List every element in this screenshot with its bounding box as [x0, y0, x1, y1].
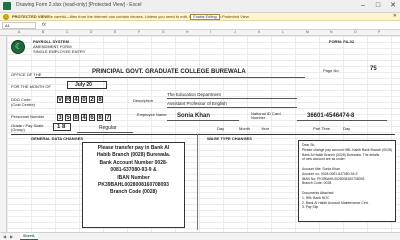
letter-line: 3. Pay Slip	[302, 205, 319, 210]
description-label: Description	[133, 98, 154, 103]
protected-view-bar: ! PROTECTED VIEW Be careful—files from t…	[0, 13, 400, 21]
window-titlebar: Drawing Form 2.xlsx (read-only) [Protect…	[0, 0, 400, 13]
column-header[interactable]: O	[354, 30, 357, 34]
row-headers	[0, 36, 7, 232]
employee-name: Sonia Khan	[177, 113, 211, 119]
personnel-label: Personnel Number	[11, 114, 45, 119]
year-col-label: Year	[261, 126, 270, 131]
column-header[interactable]: I	[210, 30, 211, 34]
personnel-digit: 7	[105, 114, 111, 121]
remittance-line: Bank Account Number 0028-	[99, 159, 168, 166]
grade-type-line	[77, 132, 133, 133]
column-header[interactable]: E	[114, 30, 116, 34]
close-warning-icon[interactable]: ✕	[393, 13, 397, 19]
grade-box	[53, 123, 71, 131]
enable-editing-button[interactable]: Enable Editing	[190, 14, 220, 20]
maximize-button[interactable]: □	[371, 0, 385, 12]
personnel-digit: 3	[57, 114, 63, 121]
letter-line: Please change pay account HBL Habib Bank…	[302, 147, 392, 152]
page-value: 75	[370, 66, 377, 72]
personnel-digit: 8	[73, 114, 79, 121]
protected-view-label: PROTECTED VIEW	[12, 14, 49, 19]
remittance-box: Please transfer pay in Bank Al Habib Bran…	[82, 142, 185, 228]
office-underline	[35, 77, 305, 78]
column-header[interactable]: H	[186, 30, 188, 34]
form-id: FORM: FA-02	[329, 39, 355, 44]
column-header[interactable]: J	[234, 30, 236, 34]
fx-icon[interactable]: fx	[42, 22, 46, 28]
month-col-label: Month	[239, 126, 251, 131]
column-header[interactable]: C	[66, 30, 68, 34]
ddo-code-digit: V	[57, 96, 63, 103]
grade-type: Regular	[99, 125, 117, 131]
column-header[interactable]: D	[90, 30, 92, 34]
column-header[interactable]: L	[282, 30, 284, 34]
part-time-label: Part Time	[313, 126, 331, 131]
remittance-line: Habib Branch (0028) Burewala.	[96, 152, 171, 159]
remittance-line: Branch Code (0028)	[110, 189, 157, 196]
excel-app-icon	[3, 2, 11, 10]
column-header[interactable]: B	[42, 30, 44, 34]
wage-section-label: WAGE TYPE CHANGES	[207, 136, 252, 141]
worksheet[interactable]: PAYROLL SYSTEM AMENDMENT FORM SINGLE EMP…	[7, 36, 400, 232]
ddo-code-sub: (Cost Centre)	[11, 102, 36, 107]
day-label: Day	[217, 126, 225, 131]
ddo-code-digit: 0	[81, 96, 87, 103]
section-vline	[197, 134, 198, 230]
column-header[interactable]: P	[378, 30, 380, 34]
formula-bar: A1 fx	[0, 21, 400, 30]
column-header[interactable]: A	[18, 30, 20, 34]
sheet-tab[interactable]: Sheet1	[20, 233, 38, 240]
general-section-label: GENERAL DATA CHANGES	[31, 136, 84, 141]
remittance-line: PK39BAHL0028008160708093	[98, 182, 169, 189]
office-name: PRINCIPAL GOVT. GRADUATE COLLEGE BUREWAL…	[92, 69, 246, 75]
month-box	[67, 81, 107, 89]
cnic-value: 36601-4546474-8	[307, 113, 355, 119]
personnel-digit: 6	[89, 114, 95, 121]
shield-icon: !	[3, 14, 9, 20]
personnel-digit: 4	[81, 114, 87, 121]
employee-name-line	[167, 120, 239, 121]
personnel-digit: 8	[97, 114, 103, 121]
page-label: Page No	[323, 68, 339, 73]
designation-value: Assistant Professor of English	[167, 101, 227, 106]
cnic-label: National ID Card Number	[251, 111, 281, 120]
personnel-digit: 5	[65, 114, 71, 121]
request-letter: Dear Sir, Please change pay account HBL H…	[298, 140, 396, 222]
name-box[interactable]: A1	[2, 22, 36, 29]
description-line	[167, 98, 297, 99]
month-label: FOR THE MONTH OF	[11, 84, 51, 89]
column-header[interactable]: F	[138, 30, 140, 34]
column-header[interactable]: K	[258, 30, 260, 34]
ddo-code-digit: 4	[73, 96, 79, 103]
ddo-code-digit: R	[65, 96, 71, 103]
column-header[interactable]: G	[162, 30, 165, 34]
grade-label: Grade / Pay Scale (Group)	[11, 123, 44, 132]
remittance-line: 0081-637080-93-9 &	[110, 167, 157, 174]
remittance-line: Please transfer pay in Bank Al	[97, 145, 170, 151]
government-logo	[11, 40, 25, 54]
designation-line	[167, 107, 297, 108]
next-sheet-icon[interactable]: ▶	[10, 233, 13, 240]
column-header[interactable]: M	[306, 30, 309, 34]
ddo-code-digit: 8	[97, 96, 103, 103]
employee-name-label: Employee Name	[137, 112, 167, 117]
form-heading-3: SINGLE EMPLOYEE ENTRY	[33, 49, 86, 54]
minimize-button[interactable]: –	[356, 0, 370, 12]
day-label-2: Day	[343, 126, 351, 131]
column-header[interactable]: N	[330, 30, 332, 34]
description-value: The Education Department	[167, 92, 221, 97]
prev-sheet-icon[interactable]: ◀	[3, 233, 6, 240]
close-button[interactable]: ✕	[386, 0, 400, 12]
ddo-code-digit: 2	[89, 96, 95, 103]
section-divider	[11, 134, 395, 135]
cnic-line	[297, 120, 387, 121]
window-title: Drawing Form 2.xlsx (read-only) [Protect…	[16, 2, 142, 8]
remittance-line: IBAN Number	[117, 174, 150, 181]
sheet-tab-bar: ◀ ▶ Sheet1	[0, 232, 400, 240]
